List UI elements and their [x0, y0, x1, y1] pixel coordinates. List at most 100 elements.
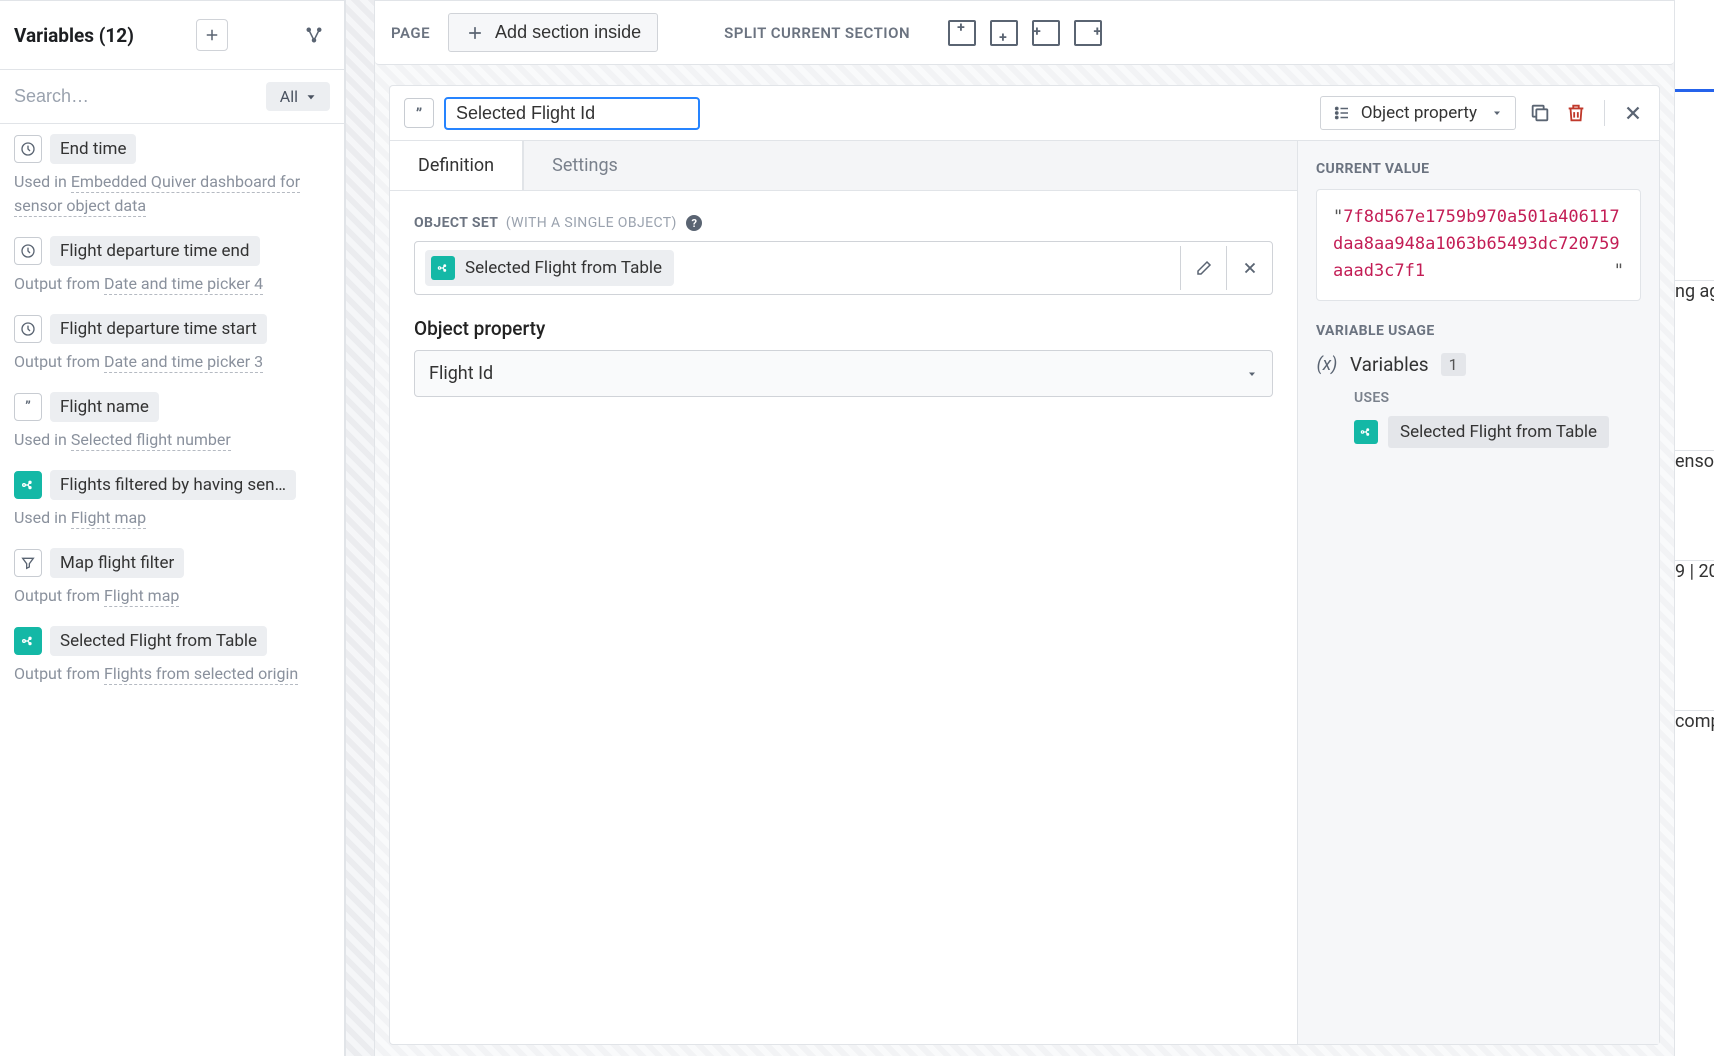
graph-view-button[interactable]: [298, 19, 330, 51]
variable-name-chip: Map flight filter: [50, 548, 184, 578]
copy-icon: [1529, 102, 1551, 124]
variable-source-link[interactable]: Date and time picker 4: [104, 274, 263, 295]
usage-variables-label: Variables: [1350, 353, 1429, 376]
page-toolbar: PAGE Add section inside SPLIT CURRENT SE…: [375, 0, 1674, 65]
info-icon[interactable]: ?: [686, 215, 702, 231]
filter-all-chip[interactable]: All: [266, 82, 330, 111]
flow-icon: [1354, 420, 1378, 444]
object-property-select[interactable]: Flight Id: [414, 350, 1273, 397]
close-icon: [1241, 259, 1259, 277]
tab-definition[interactable]: Definition: [390, 141, 523, 190]
variable-usage-heading: VARIABLE USAGE: [1316, 323, 1641, 339]
resize-handle[interactable]: [345, 0, 375, 1056]
variable-subtext: Output from Date and time picker 3: [14, 350, 330, 374]
variable-subtext: Output from Flight map: [14, 584, 330, 608]
delete-button[interactable]: [1564, 101, 1588, 125]
object-property-icon: [1333, 104, 1351, 122]
panel-header: ” Object property: [390, 86, 1659, 140]
object-property-value: Flight Id: [429, 363, 493, 384]
variable-source-link[interactable]: Date and time picker 3: [104, 352, 263, 373]
tab-settings[interactable]: Settings: [523, 141, 646, 190]
current-value-box: "7f8d567e1759b970a501a406117daa8aa948a10…: [1316, 189, 1641, 301]
editor-tabs: Definition Settings: [390, 141, 1297, 191]
add-variable-button[interactable]: [196, 19, 228, 51]
variable-type-select[interactable]: Object property: [1320, 96, 1516, 130]
variable-source-link[interactable]: Selected flight number: [71, 430, 231, 451]
clock-icon: [14, 135, 42, 163]
object-set-paren: (WITH A SINGLE OBJECT): [506, 215, 677, 231]
page-label: PAGE: [391, 24, 430, 42]
filter-label: All: [280, 87, 298, 106]
current-value-text: 7f8d567e1759b970a501a406117daa8aa948a106…: [1333, 207, 1620, 281]
tab-accent: [1675, 89, 1714, 92]
close-button[interactable]: [1621, 101, 1645, 125]
variable-source-link[interactable]: Flight map: [71, 508, 146, 529]
main-canvas: PAGE Add section inside SPLIT CURRENT SE…: [375, 0, 1674, 1056]
uses-chip[interactable]: Selected Flight from Table: [1354, 416, 1609, 448]
uses-chip-label: Selected Flight from Table: [1388, 416, 1609, 448]
caret-down-icon: [1491, 107, 1503, 119]
duplicate-button[interactable]: [1528, 101, 1552, 125]
usage-variables-row[interactable]: (x) Variables 1: [1316, 353, 1641, 376]
variables-list: End time Used in Embedded Quiver dashboa…: [0, 124, 344, 714]
variable-name-chip: Selected Flight from Table: [50, 626, 267, 656]
split-icons-group: [948, 20, 1102, 46]
usage-count-badge: 1: [1441, 353, 1466, 376]
definition-body: OBJECT SET (WITH A SINGLE OBJECT) ? Sele…: [390, 191, 1297, 421]
panel-right: CURRENT VALUE "7f8d567e1759b970a501a4061…: [1297, 141, 1659, 1044]
split-right-button[interactable]: [1074, 20, 1102, 46]
caret-down-icon: [1246, 368, 1258, 380]
variable-name-chip: End time: [50, 134, 136, 164]
quote-icon: ”: [14, 393, 42, 421]
object-set-field: Selected Flight from Table: [414, 241, 1273, 295]
edit-object-set-button[interactable]: [1180, 246, 1226, 290]
variable-name-chip: Flight departure time start: [50, 314, 267, 344]
sidebar-title: Variables (12): [14, 24, 186, 47]
object-set-value-area[interactable]: Selected Flight from Table: [415, 242, 1180, 294]
flow-icon: [431, 256, 455, 280]
clock-icon: [14, 315, 42, 343]
split-top-button[interactable]: [948, 20, 976, 46]
sliver-fragment: ng ag: [1675, 280, 1714, 302]
variable-item[interactable]: Flight departure time start Output from …: [14, 314, 330, 374]
variable-item[interactable]: End time Used in Embedded Quiver dashboa…: [14, 134, 330, 218]
variable-name-chip: Flights filtered by having sen…: [50, 470, 296, 500]
variable-subtext: Used in Embedded Quiver dashboard for se…: [14, 170, 330, 218]
variable-item[interactable]: Flight departure time end Output from Da…: [14, 236, 330, 296]
right-panel-sliver: ng ag enso 9 | 202 comp: [1674, 0, 1714, 1056]
variable-editor-panel: ” Object property: [389, 85, 1660, 1045]
sliver-fragment: 9 | 202: [1675, 560, 1714, 582]
variable-subtext: Used in Flight map: [14, 506, 330, 530]
variable-item[interactable]: Flights filtered by having sen… Used in …: [14, 470, 330, 530]
clear-object-set-button[interactable]: [1226, 246, 1272, 290]
trash-icon: [1565, 102, 1587, 124]
search-input[interactable]: [14, 86, 258, 107]
panel-left: Definition Settings OBJECT SET (WITH A S…: [390, 141, 1297, 1044]
variable-subtext: Output from Flights from selected origin: [14, 662, 330, 686]
variable-name-chip: Flight departure time end: [50, 236, 260, 266]
uses-label: USES: [1354, 390, 1641, 406]
pencil-icon: [1195, 259, 1213, 277]
object-set-chip-label: Selected Flight from Table: [465, 258, 662, 278]
split-left-button[interactable]: [1032, 20, 1060, 46]
object-set-chip: Selected Flight from Table: [425, 250, 674, 286]
add-section-button[interactable]: Add section inside: [448, 13, 658, 52]
variable-source-link[interactable]: Flights from selected origin: [104, 664, 298, 685]
add-section-label: Add section inside: [495, 22, 641, 43]
caret-down-icon: [304, 90, 318, 104]
variable-item[interactable]: Selected Flight from Table Output from F…: [14, 626, 330, 686]
graph-icon: [305, 26, 323, 44]
variable-name-input[interactable]: [444, 97, 700, 130]
flow-icon: [14, 471, 42, 499]
split-bottom-button[interactable]: [990, 20, 1018, 46]
plus-icon: [203, 26, 221, 44]
plus-icon: [465, 23, 485, 43]
variable-item[interactable]: ” Flight name Used in Selected flight nu…: [14, 392, 330, 452]
variable-name-chip: Flight name: [50, 392, 159, 422]
clock-icon: [14, 237, 42, 265]
sliver-fragment: comp: [1675, 710, 1714, 732]
variable-item[interactable]: Map flight filter Output from Flight map: [14, 548, 330, 608]
variables-sidebar: Variables (12) All End time Used in Embe…: [0, 0, 345, 1056]
variable-source-link[interactable]: Flight map: [104, 586, 179, 607]
variable-subtext: Output from Date and time picker 4: [14, 272, 330, 296]
